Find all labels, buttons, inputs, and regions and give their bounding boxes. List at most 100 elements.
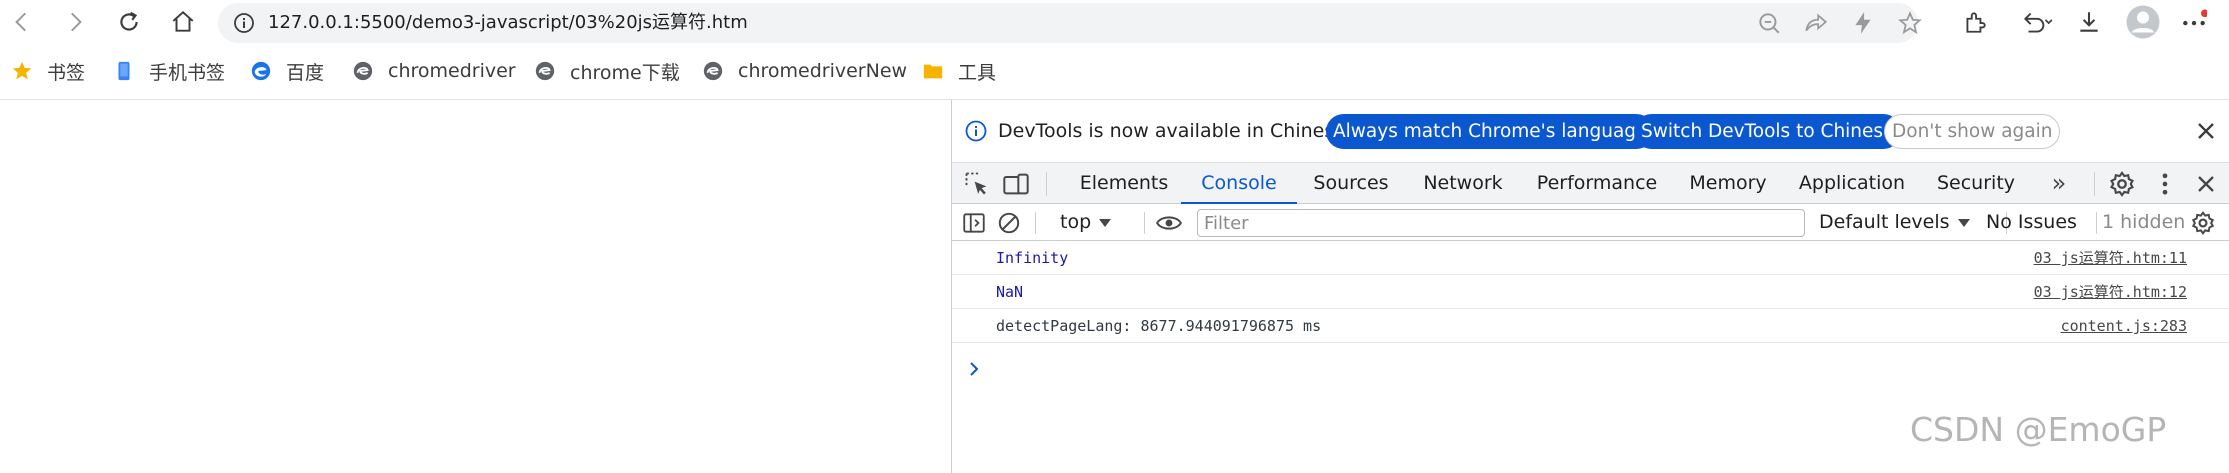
toolbar-divider [1035,212,1036,234]
clear-console-icon[interactable] [996,210,1022,236]
devtools-tab-bar: Elements Console Sources Network Perform… [952,162,2229,204]
bookmark-item[interactable]: 手机书签 [113,54,225,88]
kebab-menu-icon[interactable] [2151,170,2179,198]
switch-to-chinese-button[interactable]: Switch DevTools to Chinese [1634,114,1902,149]
bookmark-label: 手机书签 [149,61,226,84]
home-button[interactable] [165,4,201,40]
bookmark-item[interactable]: 书签 [11,54,85,88]
log-row: NaN 03 js运算符.htm:12 [952,275,2229,309]
infobar-message: DevTools is now available in Chinese! [998,120,1354,142]
console-prompt-icon[interactable] [965,359,985,379]
console-toolbar: top Default levels No Issues 1 hidden [952,204,2229,241]
watermark: CSDN @EmoGP [1910,410,2167,449]
close-icon[interactable] [2192,170,2220,198]
share-icon[interactable] [1803,10,1829,36]
bookmark-label: chrome下载 [570,61,680,84]
context-selector[interactable]: top [1060,204,1112,241]
home-icon [172,10,194,32]
log-source-link[interactable]: 03 js运算符.htm:12 [2034,275,2187,309]
folder-icon [923,64,943,79]
bookmark-item[interactable]: chrome下载 [534,54,680,88]
tab-sources[interactable]: Sources [1297,163,1405,204]
log-row: detectPageLang: 8677.944091796875 ms con… [952,309,2229,343]
language-infobar: DevTools is now available in Chinese! Al… [952,100,2229,162]
download-icon [2080,12,2098,32]
history-back-button[interactable] [2012,4,2062,40]
eye-icon[interactable] [1155,210,1183,236]
forward-icon [71,12,82,32]
zoom-out-icon[interactable] [1756,10,1782,36]
sidebar-toggle-icon[interactable] [961,210,987,236]
forward-button[interactable] [57,4,93,40]
filter-input[interactable] [1197,209,1805,237]
url-text[interactable]: 127.0.0.1:5500/demo3-javascript/03%20js运… [268,3,748,43]
extensions-icon [1966,12,1986,33]
log-source-link[interactable]: content.js:283 [2061,309,2187,343]
globe-icon [535,61,555,81]
bookmark-label: 百度 [286,61,325,84]
toolbar-divider [1144,212,1145,234]
tab-console[interactable]: Console [1181,163,1297,204]
bookmarks-bar: 书签 手机书签 百度 chromedriver chrome下载 chromed… [0,54,1100,88]
bookmark-item[interactable]: chromedriver [352,54,516,88]
chevron-down-icon [1099,218,1112,227]
bolt-icon[interactable] [1850,10,1876,36]
back-icon [15,12,26,32]
profile-button[interactable] [2122,1,2164,43]
gear-icon[interactable] [2108,170,2136,198]
more-icon [2183,9,2207,26]
bookmark-item[interactable]: 工具 [922,54,996,88]
more-button[interactable] [2176,4,2212,40]
more-tabs-button[interactable]: » [2041,163,2077,204]
hidden-count: 1 hidden [2102,211,2186,233]
bookmark-label: 书签 [47,61,86,84]
chevron-down-icon [1957,218,1970,227]
log-message[interactable]: detectPageLang: 8677.944091796875 ms [996,309,1321,343]
log-row: Infinity 03 js运算符.htm:11 [952,241,2229,275]
globe-icon [703,61,723,81]
info-icon [965,120,987,142]
tab-elements[interactable]: Elements [1067,163,1181,204]
log-levels-value: Default levels [1819,211,1950,233]
issues-count[interactable]: No Issues [1986,204,2077,241]
star-icon[interactable] [1897,10,1923,36]
device-toolbar-icon[interactable] [1002,170,1030,198]
tab-security[interactable]: Security [1921,163,2031,204]
bookmark-item[interactable]: chromedriverNew [702,54,907,88]
log-levels-dropdown[interactable]: Default levels [1819,204,1970,241]
toolbar-divider [1046,172,1047,196]
log-source-link[interactable]: 03 js运算符.htm:11 [2034,241,2187,275]
tab-performance[interactable]: Performance [1521,163,1673,204]
log-message[interactable]: NaN [996,275,1023,309]
bookmark-label: chromedriverNew [738,60,908,82]
tab-memory[interactable]: Memory [1673,163,1783,204]
back-button[interactable] [4,4,40,40]
page-viewport[interactable] [0,99,951,473]
toolbar-divider [2096,212,2097,234]
always-match-language-button[interactable]: Always match Chrome's language [1326,114,1655,149]
dont-show-again-button[interactable]: Don't show again [1884,114,2061,149]
extensions-button[interactable] [1957,4,1993,40]
download-button[interactable] [2071,4,2107,40]
tab-network[interactable]: Network [1405,163,1521,204]
globe-icon [353,61,373,81]
edge-icon [251,61,271,81]
close-icon[interactable] [2192,117,2220,145]
inspect-element-icon[interactable] [963,170,991,198]
browser-toolbar: 127.0.0.1:5500/demo3-javascript/03%20js运… [0,0,2229,43]
history-back-icon [2023,12,2053,33]
star-icon [12,61,32,80]
context-value: top [1060,211,1092,233]
reload-icon [120,11,138,31]
profile-icon [2126,5,2160,39]
phone-icon [118,61,130,81]
bookmark-label: 工具 [958,61,997,84]
gear-icon[interactable] [2190,210,2216,236]
reload-button[interactable] [111,4,147,40]
address-bar[interactable]: 127.0.0.1:5500/demo3-javascript/03%20js运… [218,3,1922,43]
bookmark-label: chromedriver [388,60,516,82]
info-icon[interactable] [232,11,256,35]
log-message[interactable]: Infinity [996,241,1068,275]
tab-application[interactable]: Application [1783,163,1921,204]
bookmark-item[interactable]: 百度 [250,54,324,88]
